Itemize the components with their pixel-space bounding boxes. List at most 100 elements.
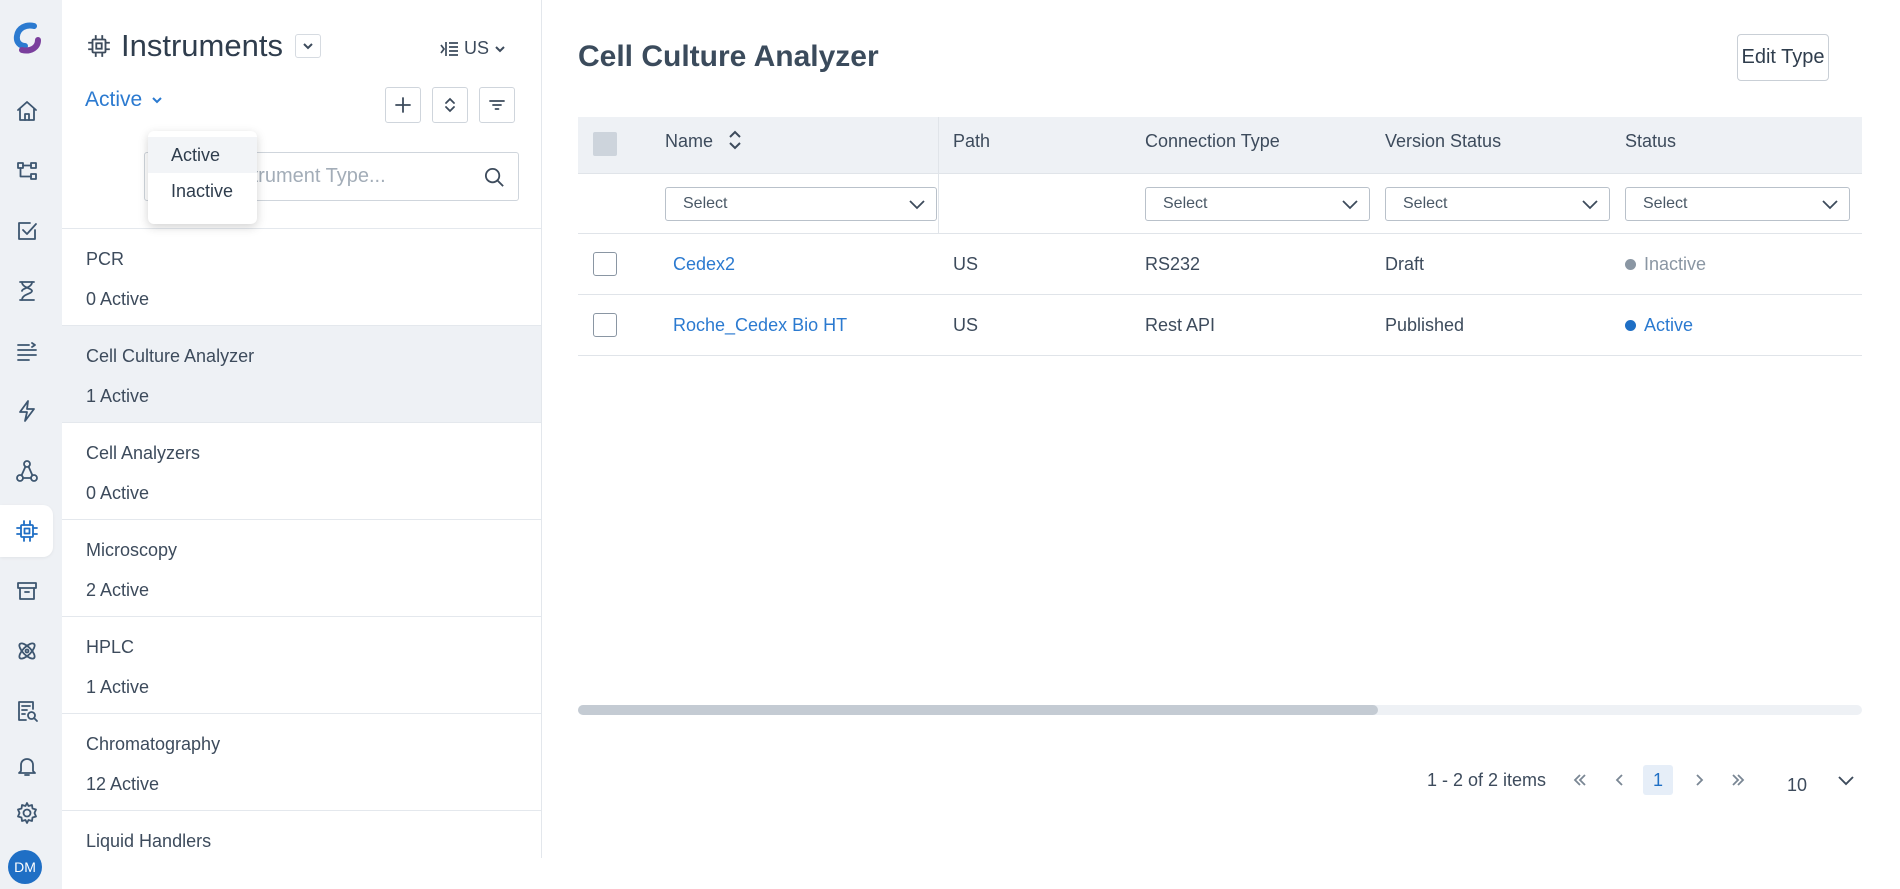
row-path: US	[953, 314, 979, 335]
status-option-active[interactable]: Active	[148, 137, 257, 173]
table-row[interactable]: Roche_Cedex Bio HT US Rest API Published…	[578, 295, 1862, 356]
type-name: Liquid Handlers	[86, 831, 212, 851]
type-name: Microscopy	[86, 540, 178, 560]
filter-icon	[489, 100, 505, 110]
prev-page-button[interactable]	[1605, 765, 1635, 795]
checkbox-icon[interactable]	[0, 205, 53, 257]
type-item-cell-analyzers[interactable]: Cell Analyzers 0 Active	[62, 422, 541, 519]
chevron-left-icon	[1615, 774, 1623, 786]
last-page-button[interactable]	[1723, 765, 1753, 795]
type-name: Cell Culture Analyzer	[86, 346, 255, 366]
sort-icon	[445, 97, 455, 113]
horizontal-scrollbar[interactable]	[578, 705, 1862, 715]
chevron-down-icon	[1582, 200, 1598, 210]
row-version-status: Draft	[1385, 253, 1425, 274]
app-logo[interactable]	[12, 22, 42, 54]
filter-button[interactable]	[479, 87, 515, 123]
row-connection-type: Rest API	[1145, 314, 1216, 335]
site-label: US	[464, 38, 490, 58]
archive-icon[interactable]	[0, 565, 53, 617]
status-text: Active	[1644, 314, 1694, 335]
workflow-icon[interactable]	[0, 145, 53, 197]
list-icon[interactable]	[0, 325, 53, 377]
type-item-hplc[interactable]: HPLC 1 Active	[62, 616, 541, 713]
connection-type-filter-select[interactable]: Select	[1145, 187, 1370, 221]
title-dropdown-button[interactable]	[294, 34, 321, 58]
edit-type-button[interactable]: Edit Type	[1737, 34, 1829, 81]
column-header-path[interactable]: Path	[953, 117, 990, 173]
version-status-filter-select[interactable]: Select	[1385, 187, 1610, 221]
type-count: 12 Active	[86, 774, 160, 794]
chevron-down-icon	[1342, 200, 1358, 210]
chevron-down-icon[interactable]	[1837, 773, 1855, 787]
pagination: 1 - 2 of 2 items 1 10	[543, 765, 1900, 795]
next-page-button[interactable]	[1684, 765, 1714, 795]
column-header-label: Name	[665, 131, 714, 151]
bell-icon[interactable]	[0, 740, 53, 792]
row-connection-type: RS232	[1145, 253, 1201, 274]
status-dropdown-menu: Active Inactive	[148, 131, 257, 224]
filter-placeholder: Select	[1643, 195, 1688, 212]
type-item-liquid-handlers[interactable]: Liquid Handlers	[62, 810, 541, 858]
status-text: Inactive	[1644, 253, 1707, 274]
type-item-chromatography[interactable]: Chromatography 12 Active	[62, 713, 541, 810]
hourglass-icon[interactable]	[0, 265, 53, 317]
network-icon[interactable]	[0, 445, 53, 497]
type-item-microscopy[interactable]: Microscopy 2 Active	[62, 519, 541, 616]
type-count: 2 Active	[86, 580, 150, 600]
status-filter-select[interactable]: Select	[1625, 187, 1850, 221]
instruments-grid: Name Path Connection Type Version Status…	[578, 117, 1862, 356]
column-header-name[interactable]: Name	[665, 117, 743, 173]
user-avatar[interactable]: DM	[8, 850, 42, 884]
status-option-inactive[interactable]: Inactive	[148, 173, 257, 209]
scrollbar-thumb[interactable]	[578, 705, 1378, 715]
chip-icon[interactable]	[0, 505, 53, 557]
sort-icon[interactable]	[727, 129, 743, 151]
status-dot-icon	[1625, 319, 1636, 331]
row-checkbox[interactable]	[593, 252, 617, 276]
column-header-connection-type[interactable]: Connection Type	[1145, 117, 1280, 173]
filter-placeholder: Select	[683, 195, 728, 212]
column-header-status[interactable]: Status	[1625, 117, 1676, 173]
page-title: Cell Culture Analyzer	[578, 40, 879, 73]
double-chevron-left-icon	[1573, 774, 1586, 786]
atom-icon[interactable]	[0, 625, 53, 677]
instrument-name-link[interactable]: Roche_Cedex Bio HT	[673, 315, 847, 336]
gear-icon[interactable]	[0, 787, 53, 839]
column-header-version-status[interactable]: Version Status	[1385, 117, 1501, 173]
type-count: 1 Active	[86, 386, 150, 406]
add-type-button[interactable]	[385, 87, 421, 123]
instrument-type-list: PCR 0 Active Cell Culture Analyzer 1 Act…	[62, 228, 541, 858]
name-filter-select[interactable]: Select	[665, 187, 937, 221]
row-checkbox[interactable]	[593, 313, 617, 337]
chevron-down-icon	[909, 200, 925, 210]
table-row[interactable]: Cedex2 US RS232 Draft Inactive	[578, 234, 1862, 295]
chevron-down-icon	[152, 97, 162, 104]
page-size-value[interactable]: 10	[1787, 775, 1807, 796]
sort-button[interactable]	[432, 87, 468, 123]
instrument-name-link[interactable]: Cedex2	[673, 254, 735, 275]
page-button-1[interactable]: 1	[1643, 765, 1673, 795]
filter-placeholder: Select	[1403, 195, 1448, 212]
chevron-down-icon	[303, 43, 313, 50]
site-selector[interactable]: US	[439, 38, 506, 59]
grid-header: Name Path Connection Type Version Status…	[578, 117, 1862, 174]
chevron-down-icon	[495, 45, 505, 52]
search-icon[interactable]	[483, 166, 506, 189]
panel-title: Instruments	[121, 28, 283, 63]
type-item-cell-culture-analyzer[interactable]: Cell Culture Analyzer 1 Active	[62, 325, 541, 422]
type-name: PCR	[86, 249, 125, 269]
status-filter-dropdown[interactable]: Active	[85, 88, 163, 112]
row-status: Active	[1625, 295, 1693, 355]
panel-header: Instruments	[86, 28, 321, 64]
row-version-status: Published	[1385, 314, 1465, 335]
type-item-pcr[interactable]: PCR 0 Active	[62, 228, 541, 325]
select-all-checkbox[interactable]	[593, 132, 617, 156]
home-icon[interactable]	[0, 85, 53, 137]
lightning-icon[interactable]	[0, 385, 53, 437]
type-count: 0 Active	[86, 483, 150, 503]
type-count: 0 Active	[86, 289, 150, 309]
report-search-icon[interactable]	[0, 685, 53, 737]
first-page-button[interactable]	[1565, 765, 1595, 795]
status-filter-label: Active	[85, 88, 143, 111]
